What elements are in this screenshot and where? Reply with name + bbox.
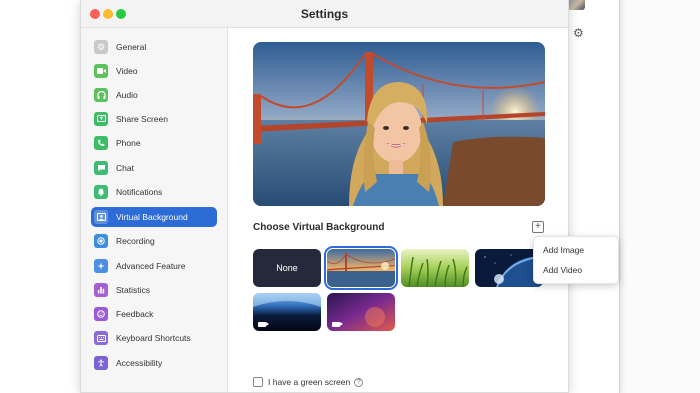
sidebar-item-label: Notifications	[116, 187, 163, 197]
menu-item-add-video[interactable]: Add Video	[543, 265, 582, 275]
background-thumb-golden-gate[interactable]	[324, 246, 398, 290]
gear-icon: ⚙	[94, 40, 108, 54]
participant-avatar[interactable]	[567, 0, 585, 10]
sidebar-item-label: Chat	[116, 163, 134, 173]
thumb-label: None	[276, 263, 298, 273]
sidebar-item-recording[interactable]: Recording	[91, 231, 217, 251]
sidebar-item-share-screen[interactable]: Share Screen	[91, 109, 217, 129]
bell-icon	[94, 185, 108, 199]
title-bar: Settings	[81, 0, 568, 28]
add-background-button[interactable]: +	[532, 221, 544, 233]
video-icon	[94, 64, 108, 78]
record-icon	[94, 234, 108, 248]
sidebar-item-general[interactable]: ⚙ General	[91, 37, 217, 57]
background-thumb-grass[interactable]	[401, 249, 469, 287]
bar-chart-icon	[94, 283, 108, 297]
keyboard-icon	[94, 331, 108, 345]
sidebar-item-label: Keyboard Shortcuts	[116, 333, 191, 343]
share-screen-icon	[94, 112, 108, 126]
sparkle-icon	[94, 259, 108, 273]
accessibility-icon	[94, 356, 108, 370]
sidebar-item-feedback[interactable]: Feedback	[91, 304, 217, 324]
settings-window: Settings ⚙ General Video Audio Share Scr…	[80, 0, 569, 393]
sidebar-item-video[interactable]: Video	[91, 61, 217, 81]
sidebar-item-statistics[interactable]: Statistics	[91, 280, 217, 300]
settings-sidebar: ⚙ General Video Audio Share Screen Phone…	[81, 28, 228, 392]
sidebar-item-virtual-background[interactable]: Virtual Background	[91, 207, 217, 227]
sidebar-item-label: Virtual Background	[116, 212, 188, 222]
virtual-background-panel: Choose Virtual Background + None I have …	[229, 28, 568, 392]
green-screen-label: I have a green screen	[268, 377, 351, 387]
sidebar-item-chat[interactable]: Chat	[91, 158, 217, 178]
desktop-area	[620, 0, 700, 393]
sidebar-item-label: Audio	[116, 90, 138, 100]
gear-icon[interactable]: ⚙	[573, 26, 584, 40]
background-meeting-window: ⚙	[560, 0, 620, 393]
grass-thumbnail	[401, 249, 469, 287]
green-screen-checkbox[interactable]	[253, 377, 263, 387]
background-thumb-nebula[interactable]	[327, 293, 395, 331]
sidebar-item-label: Accessibility	[116, 358, 163, 368]
sidebar-item-label: Statistics	[116, 285, 151, 295]
green-screen-option[interactable]: I have a green screen ?	[253, 377, 364, 387]
golden-gate-thumbnail	[327, 249, 395, 287]
add-background-menu: Add Image Add Video	[533, 236, 619, 284]
sidebar-item-label: General	[116, 42, 147, 52]
section-title: Choose Virtual Background	[253, 222, 385, 233]
sidebar-item-label: Advanced Feature	[116, 261, 186, 271]
sidebar-item-label: Share Screen	[116, 114, 168, 124]
sidebar-item-label: Feedback	[116, 309, 154, 319]
help-icon[interactable]: ?	[354, 377, 364, 387]
background-thumb-none[interactable]: None	[253, 249, 321, 287]
camera-preview	[253, 42, 545, 206]
phone-icon	[94, 136, 108, 150]
sidebar-item-keyboard-shortcuts[interactable]: Keyboard Shortcuts	[91, 328, 217, 348]
sidebar-item-phone[interactable]: Phone	[91, 133, 217, 153]
chat-icon	[94, 161, 108, 175]
headphones-icon	[94, 88, 108, 102]
video-icon	[258, 322, 269, 327]
camera-preview-image	[253, 42, 545, 206]
smile-icon	[94, 307, 108, 321]
sidebar-item-notifications[interactable]: Notifications	[91, 182, 217, 202]
sidebar-item-label: Phone	[116, 138, 141, 148]
menu-item-add-image[interactable]: Add Image	[543, 245, 584, 255]
sidebar-item-audio[interactable]: Audio	[91, 85, 217, 105]
sidebar-item-label: Recording	[116, 236, 155, 246]
sidebar-item-advanced-feature[interactable]: Advanced Feature	[91, 256, 217, 276]
desktop: ⚙ Settings ⚙ General Video Audio Share S…	[0, 0, 700, 393]
virtual-background-icon	[94, 210, 108, 224]
sidebar-item-label: Video	[116, 66, 138, 76]
window-title: Settings	[300, 7, 349, 21]
sidebar-item-accessibility[interactable]: Accessibility	[91, 353, 217, 373]
video-icon	[332, 322, 343, 327]
background-thumb-earth-horizon[interactable]	[253, 293, 321, 331]
